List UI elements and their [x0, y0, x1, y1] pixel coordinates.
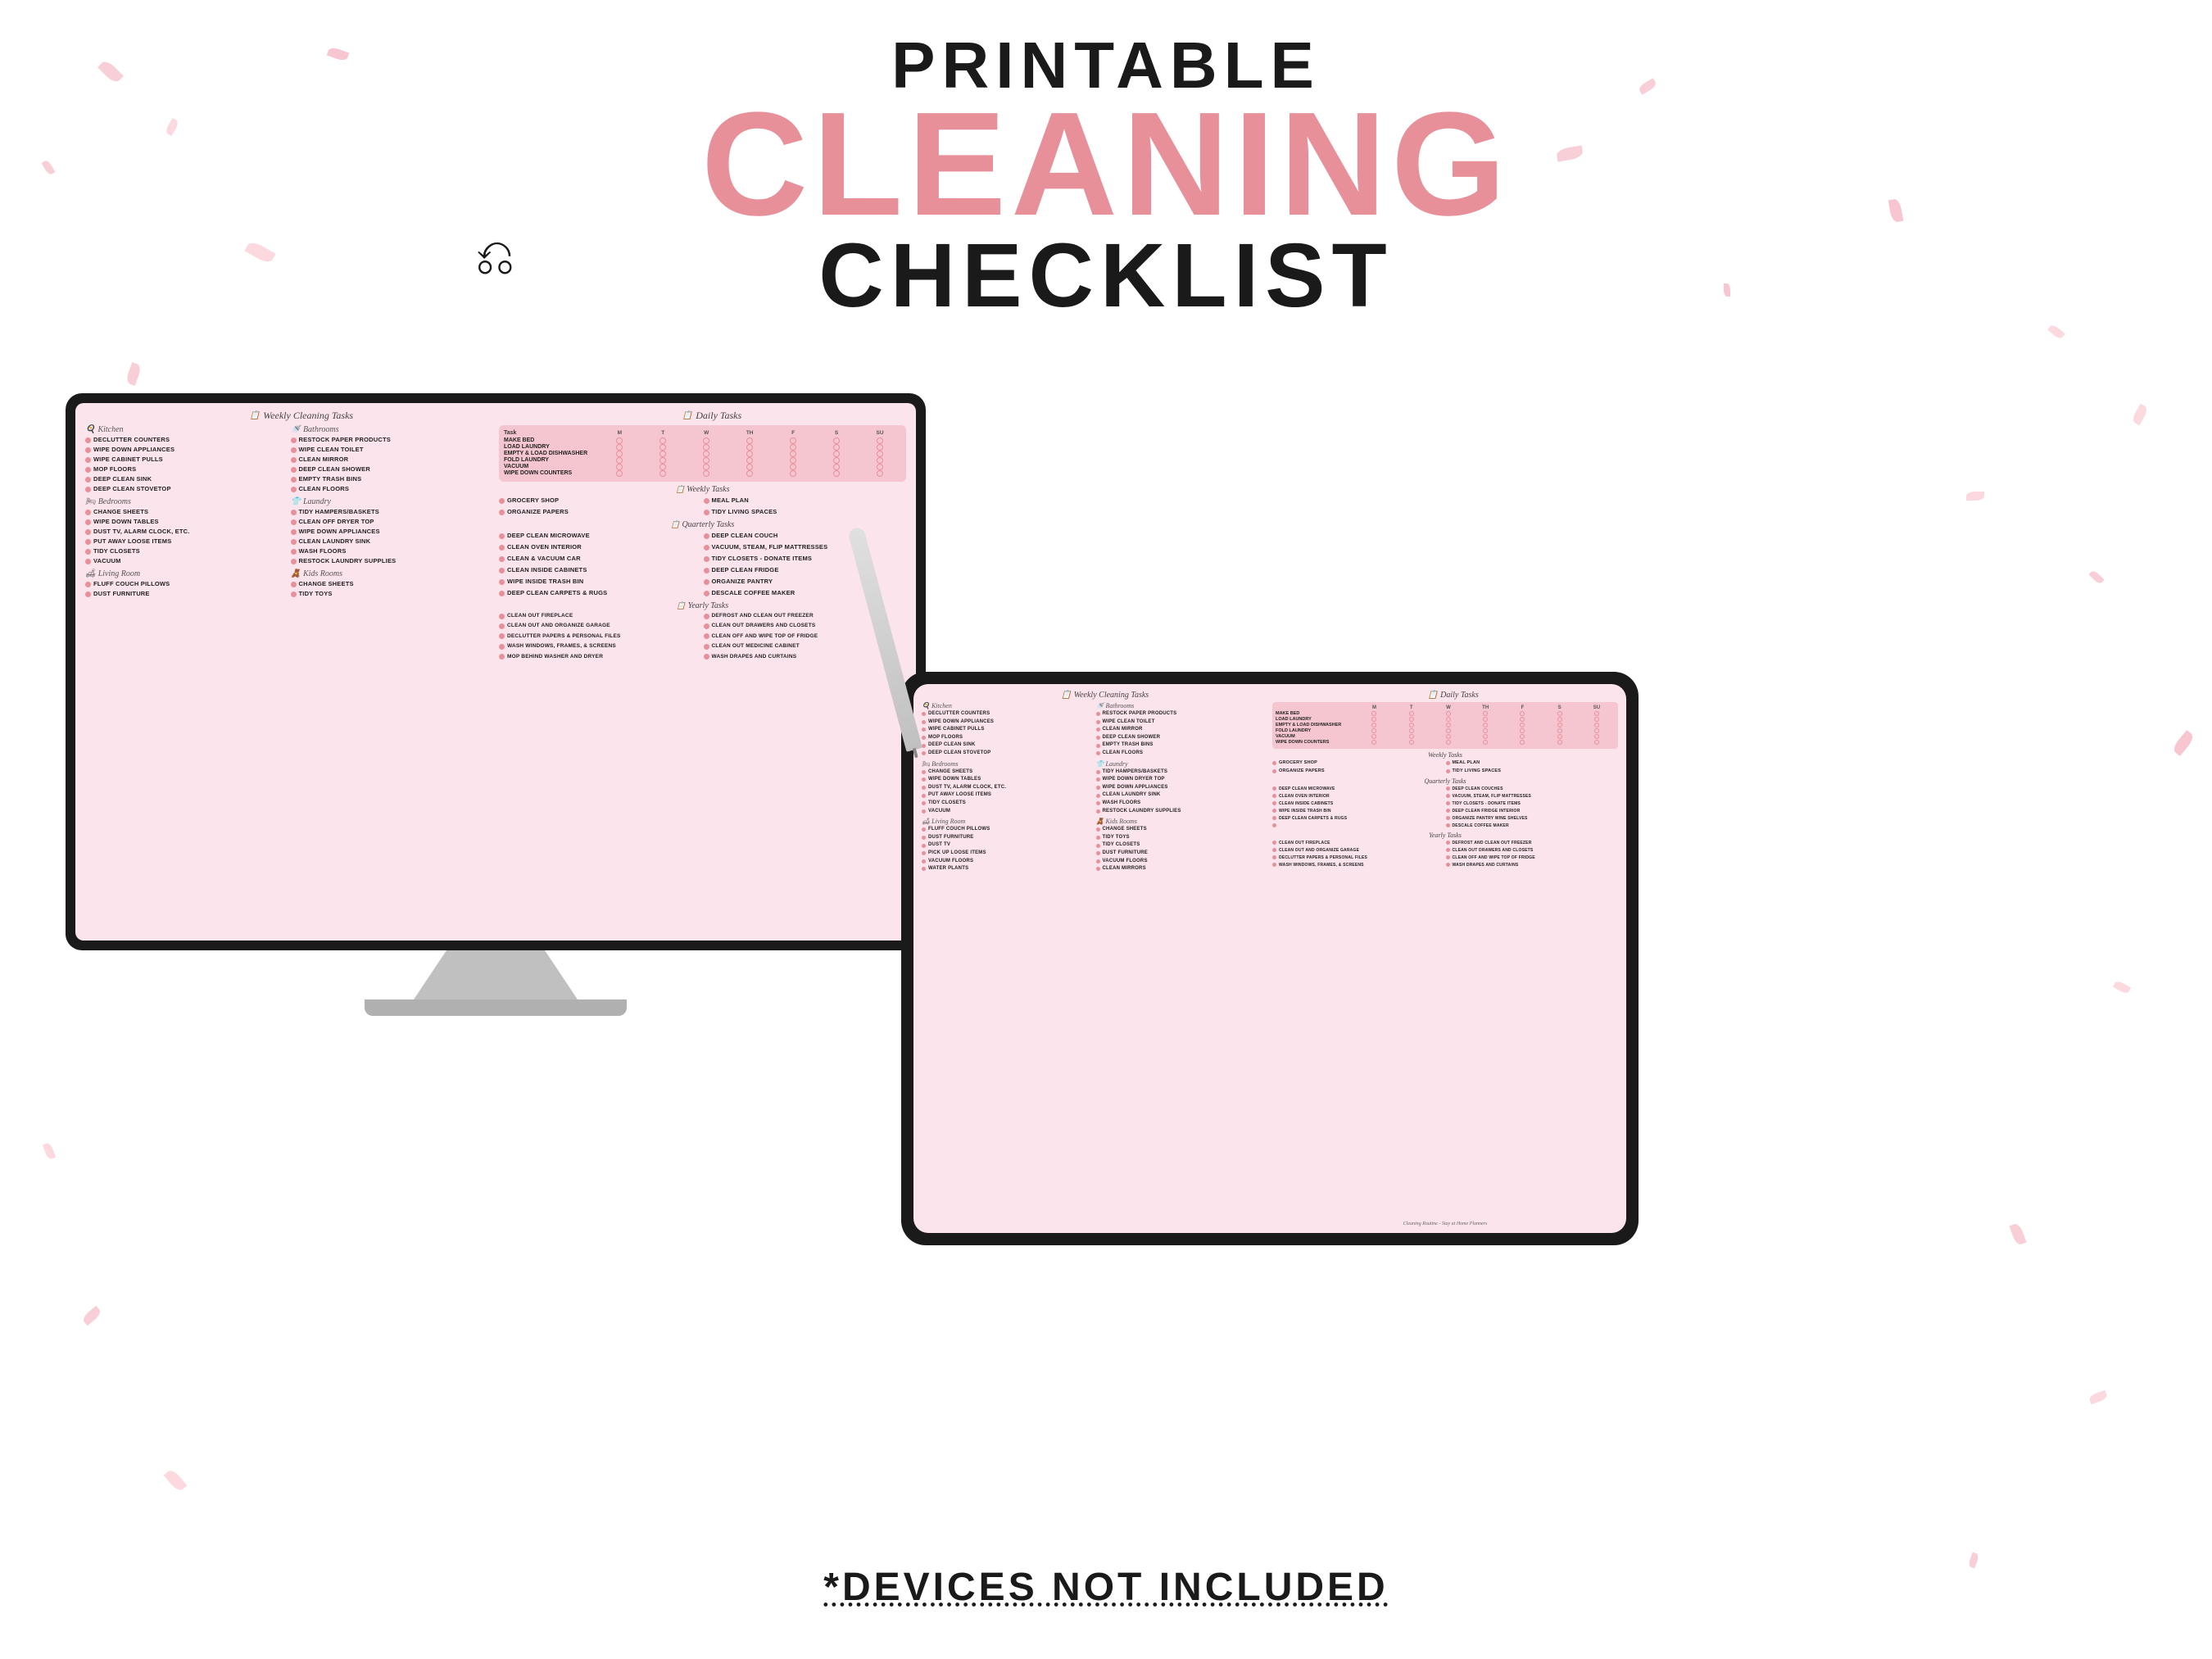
daily-tasks-panel: Task M T W TH F S SU MAKE B: [499, 425, 906, 482]
tablet-daily-title: Daily Tasks: [1440, 691, 1479, 700]
task-wipe-cabinet-pulls: WIPE CABINET PULLS: [85, 455, 288, 465]
task-vacuum-bed: VACUUM: [85, 556, 288, 566]
tablet-weekly-subsection: Weekly Tasks GROCERY SHOP MEAL PLAN ORGA…: [1272, 751, 1618, 775]
quarterly-tasks-grid: DEEP CLEAN MICROWAVE DEEP CLEAN COUCH CL…: [499, 531, 906, 598]
task-change-sheets: CHANGE SHEETS: [85, 507, 288, 517]
tablet-kitchen-header: 🍳 Kitchen: [922, 702, 1094, 709]
tablet-bedrooms-header: 🛏 Bedrooms: [922, 760, 1094, 768]
tablet-screen: 📋Weekly Cleaning Tasks 📋Daily Tasks 🍳 Ki…: [913, 684, 1626, 1233]
living-room-header: 🛋 Living Room: [85, 569, 288, 578]
task-tidy-living: TIDY LIVING SPACES: [704, 507, 907, 517]
day-th: TH: [728, 430, 771, 436]
task-mop-floors: MOP FLOORS: [85, 465, 288, 474]
day-f: F: [772, 430, 814, 436]
tablet-kids-header: 🧸 Kids Rooms: [1096, 818, 1268, 825]
daily-row-load-laundry: LOAD LAUNDRY: [504, 444, 901, 451]
tablet-living-header: 🛋 Living Room: [922, 818, 1094, 825]
task-tidy-toys: TIDY TOYS: [291, 589, 493, 599]
day-s: S: [815, 430, 858, 436]
header: PRINTABLE CLEANING CHECKLIST: [614, 33, 1598, 321]
tablet-bathrooms-header: 🚿 Bathrooms: [1096, 702, 1268, 709]
task-wipe-tables: WIPE DOWN TABLES: [85, 517, 288, 527]
bedrooms-header: 🛏 Bedrooms: [85, 497, 288, 506]
weekly-tasks-grid: GROCERY SHOP MEAL PLAN ORGANIZE PAPERS T…: [499, 496, 906, 517]
monitor-screen: 📋 Weekly Cleaning Tasks 📋 Daily Tasks: [75, 403, 916, 941]
task-deep-clean-shower: DEEP CLEAN SHOWER: [291, 465, 493, 474]
daily-row-make-bed: MAKE BED: [504, 437, 901, 444]
tablet-quarterly-section: Quarterly Tasks DEEP CLEAN MICROWAVE DEE…: [1272, 777, 1618, 829]
task-restock-paper: RESTOCK PAPER PRODUCTS: [291, 435, 493, 445]
daily-row-vacuum: VACUUM: [504, 464, 901, 470]
task-wipe-toilet: WIPE CLEAN TOILET: [291, 445, 493, 455]
day-m: M: [598, 430, 641, 436]
curly-decoration: ⎌: [475, 229, 514, 286]
monitor-base: [365, 999, 627, 1016]
day-header-row: Task M T W TH F S SU: [504, 430, 901, 436]
task-wipe-appliances: WIPE DOWN APPLIANCES: [85, 445, 288, 455]
task-clean-mirror: CLEAN MIRROR: [291, 455, 493, 465]
quarterly-tasks-section: 📋 Quarterly Tasks DEEP CLEAN MICROWAVE D…: [499, 520, 906, 598]
kitchen-header: 🍳 Kitchen: [85, 425, 288, 434]
task-dust-furniture: DUST FURNITURE: [85, 589, 288, 599]
task-tidy-closets: TIDY CLOSETS: [85, 546, 288, 556]
weekly-tasks-label: 📋 Weekly Tasks: [499, 485, 906, 494]
task-declutter-counters: DECLUTTER COUNTERS: [85, 435, 288, 445]
bathrooms-section: 🚿 Bathrooms RESTOCK PAPER PRODUCTS WIPE …: [291, 425, 493, 932]
task-restock-laundry: RESTOCK LAUNDRY SUPPLIES: [291, 556, 493, 566]
yearly-tasks-section: 📋 Yearly Tasks CLEAN OUT FIREPLACE DEFRO…: [499, 601, 906, 661]
bathrooms-header: 🚿 Bathrooms: [291, 425, 493, 434]
task-clean-dryer-top: CLEAN OFF DRYER TOP: [291, 517, 493, 527]
tablet-footer: Cleaning Routine - Stay at Home Planners: [1272, 1222, 1618, 1226]
day-su: SU: [859, 430, 901, 436]
task-put-away-loose: PUT AWAY LOOSE ITEMS: [85, 537, 288, 546]
yearly-tasks-grid: CLEAN OUT FIREPLACE DEFROST AND CLEAN OU…: [499, 612, 906, 661]
task-wipe-laundry-appliances: WIPE DOWN APPLIANCES: [291, 527, 493, 537]
monitor-container: 📋 Weekly Cleaning Tasks 📋 Daily Tasks: [66, 393, 926, 1016]
task-empty-trash: EMPTY TRASH BINS: [291, 474, 493, 484]
daily-row-dishwasher: EMPTY & LOAD DISHWASHER: [504, 451, 901, 457]
task-deep-clean-stovetop: DEEP CLEAN STOVETOP: [85, 484, 288, 494]
task-wash-floors: WASH FLOORS: [291, 546, 493, 556]
tablet-daily-panel: M T W TH F S SU MAKE BED: [1272, 702, 1618, 749]
weekly-tasks-subsection: 📋 Weekly Tasks GROCERY SHOP MEAL PLAN OR…: [499, 485, 906, 517]
yearly-label: 📋 Yearly Tasks: [499, 601, 906, 610]
task-meal-plan: MEAL PLAN: [704, 496, 907, 505]
tablet-outer: 📋Weekly Cleaning Tasks 📋Daily Tasks 🍳 Ki…: [901, 672, 1639, 1245]
tablet-laundry-header: 👕 Laundry: [1096, 760, 1268, 768]
daily-row-wipe-counters: WIPE DOWN COUNTERS: [504, 470, 901, 477]
devices-disclaimer: *DEVICES NOT INCLUDED: [823, 1565, 1388, 1610]
task-grocery-shop: GROCERY SHOP: [499, 496, 702, 505]
cleaning-title: CLEANING: [614, 98, 1598, 231]
task-fluff-pillows: FLUFF COUCH PILLOWS: [85, 579, 288, 589]
monitor-weekly-title: Weekly Cleaning Tasks: [263, 410, 353, 422]
daily-row-fold-laundry: FOLD LAUNDRY: [504, 457, 901, 464]
task-clean-laundry-sink: CLEAN LAUNDRY SINK: [291, 537, 493, 546]
task-clean-floors-bath: CLEAN FLOORS: [291, 484, 493, 494]
tablet-yearly-section: Yearly Tasks CLEAN OUT FIREPLACE DEFROST…: [1272, 832, 1618, 868]
tablet-container: 📋Weekly Cleaning Tasks 📋Daily Tasks 🍳 Ki…: [901, 672, 1639, 1245]
task-deep-clean-sink: DEEP CLEAN SINK: [85, 474, 288, 484]
task-kids-change-sheets: CHANGE SHEETS: [291, 579, 493, 589]
monitor-stand: [414, 950, 578, 999]
task-tidy-hampers: TIDY HAMPERS/BASKETS: [291, 507, 493, 517]
day-t: T: [641, 430, 684, 436]
kids-rooms-header: 🧸 Kids Rooms: [291, 569, 493, 578]
task-organize-papers: ORGANIZE PAPERS: [499, 507, 702, 517]
day-w: W: [685, 430, 728, 436]
tablet-checklist-content: 📋Weekly Cleaning Tasks 📋Daily Tasks 🍳 Ki…: [913, 684, 1626, 1233]
tablet-weekly-title: Weekly Cleaning Tasks: [1074, 691, 1149, 700]
monitor-daily-title: Daily Tasks: [696, 410, 741, 422]
kitchen-section: 🍳 Kitchen DECLUTTER COUNTERS WIPE DOWN A…: [85, 425, 288, 932]
task-dust-tv: DUST TV, ALARM CLOCK, ETC.: [85, 527, 288, 537]
monitor-checklist-content: 📋 Weekly Cleaning Tasks 📋 Daily Tasks: [75, 403, 916, 941]
quarterly-label: 📋 Quarterly Tasks: [499, 520, 906, 529]
monitor-screen-outer: 📋 Weekly Cleaning Tasks 📋 Daily Tasks: [66, 393, 926, 950]
laundry-header: 👕 Laundry: [291, 497, 493, 506]
